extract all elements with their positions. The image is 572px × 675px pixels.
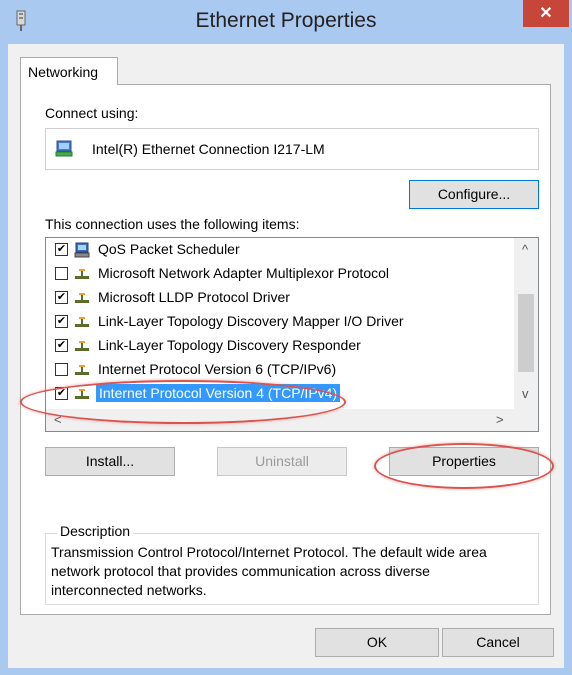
ok-button-label: OK [366, 634, 388, 650]
close-button[interactable]: ✕ [523, 0, 569, 27]
network-protocol-icon [75, 317, 89, 327]
configure-button[interactable]: Configure... [409, 180, 539, 209]
item-label: Internet Protocol Version 6 (TCP/IPv6) [98, 361, 337, 377]
uninstall-button-label: Uninstall [255, 453, 309, 469]
highlight-ellipse [20, 380, 346, 424]
adapter-field: Intel(R) Ethernet Connection I217-LM [45, 128, 539, 170]
description-title: Description [57, 523, 134, 539]
description-text: Transmission Control Protocol/Internet P… [51, 544, 487, 598]
scroll-up-icon[interactable]: ^ [522, 242, 528, 257]
scrollbar-corner [514, 409, 538, 431]
tab-label: Networking [28, 64, 99, 80]
configure-button-label: Configure... [437, 186, 511, 202]
network-computer-icon [74, 242, 90, 258]
uninstall-button[interactable]: Uninstall [217, 447, 347, 476]
item-checkbox[interactable]: ✔ [55, 315, 68, 328]
item-checkbox[interactable] [55, 363, 68, 376]
items-label: This connection uses the following items… [45, 216, 300, 232]
network-protocol-icon [75, 365, 89, 375]
title-bar[interactable]: Ethernet Properties ✕ [0, 0, 572, 44]
window-title: Ethernet Properties [195, 9, 377, 32]
cancel-button[interactable]: Cancel [442, 628, 554, 657]
network-protocol-icon [75, 293, 89, 303]
item-label: Microsoft LLDP Protocol Driver [98, 289, 290, 305]
vertical-scrollbar[interactable]: ^ v [514, 238, 538, 409]
cancel-button-label: Cancel [476, 634, 520, 650]
install-button[interactable]: Install... [45, 447, 175, 476]
networking-tab-panel: Connect using: Intel(R) Ethernet Connect… [20, 84, 551, 615]
list-item[interactable]: ✔ QoS Packet Scheduler [46, 238, 516, 262]
item-label: Microsoft Network Adapter Multiplexor Pr… [98, 265, 389, 281]
item-checkbox[interactable]: ✔ [55, 339, 68, 352]
network-protocol-icon [75, 341, 89, 351]
item-label: Link-Layer Topology Discovery Responder [98, 337, 361, 353]
ok-button[interactable]: OK [315, 628, 439, 657]
list-item[interactable]: ✔ Link-Layer Topology Discovery Mapper I… [46, 310, 516, 334]
item-checkbox[interactable] [55, 267, 68, 280]
highlight-ellipse [374, 443, 554, 489]
tab-networking[interactable]: Networking [20, 57, 118, 85]
install-button-label: Install... [85, 453, 135, 469]
list-item[interactable]: Internet Protocol Version 6 (TCP/IPv6) [46, 358, 516, 382]
dialog-client-area: Networking Connect using: Intel(R) Ether… [8, 44, 564, 668]
scroll-thumb[interactable] [518, 294, 534, 372]
list-item[interactable]: ✔ Microsoft LLDP Protocol Driver [46, 286, 516, 310]
item-label: QoS Packet Scheduler [98, 241, 240, 257]
scroll-right-icon[interactable]: > [496, 412, 504, 427]
dialog-window: Ethernet Properties ✕ Networking Connect… [0, 0, 572, 675]
list-item[interactable]: ✔ Link-Layer Topology Discovery Responde… [46, 334, 516, 358]
adapter-name: Intel(R) Ethernet Connection I217-LM [92, 141, 325, 157]
close-icon: ✕ [539, 5, 553, 22]
connect-using-label: Connect using: [45, 105, 139, 121]
item-checkbox[interactable]: ✔ [55, 291, 68, 304]
scroll-down-icon[interactable]: v [522, 386, 529, 401]
network-adapter-icon [55, 140, 73, 157]
list-item[interactable]: Microsoft Network Adapter Multiplexor Pr… [46, 262, 516, 286]
item-label: Link-Layer Topology Discovery Mapper I/O… [98, 313, 404, 329]
item-checkbox[interactable]: ✔ [55, 243, 68, 256]
network-protocol-icon [75, 269, 89, 279]
